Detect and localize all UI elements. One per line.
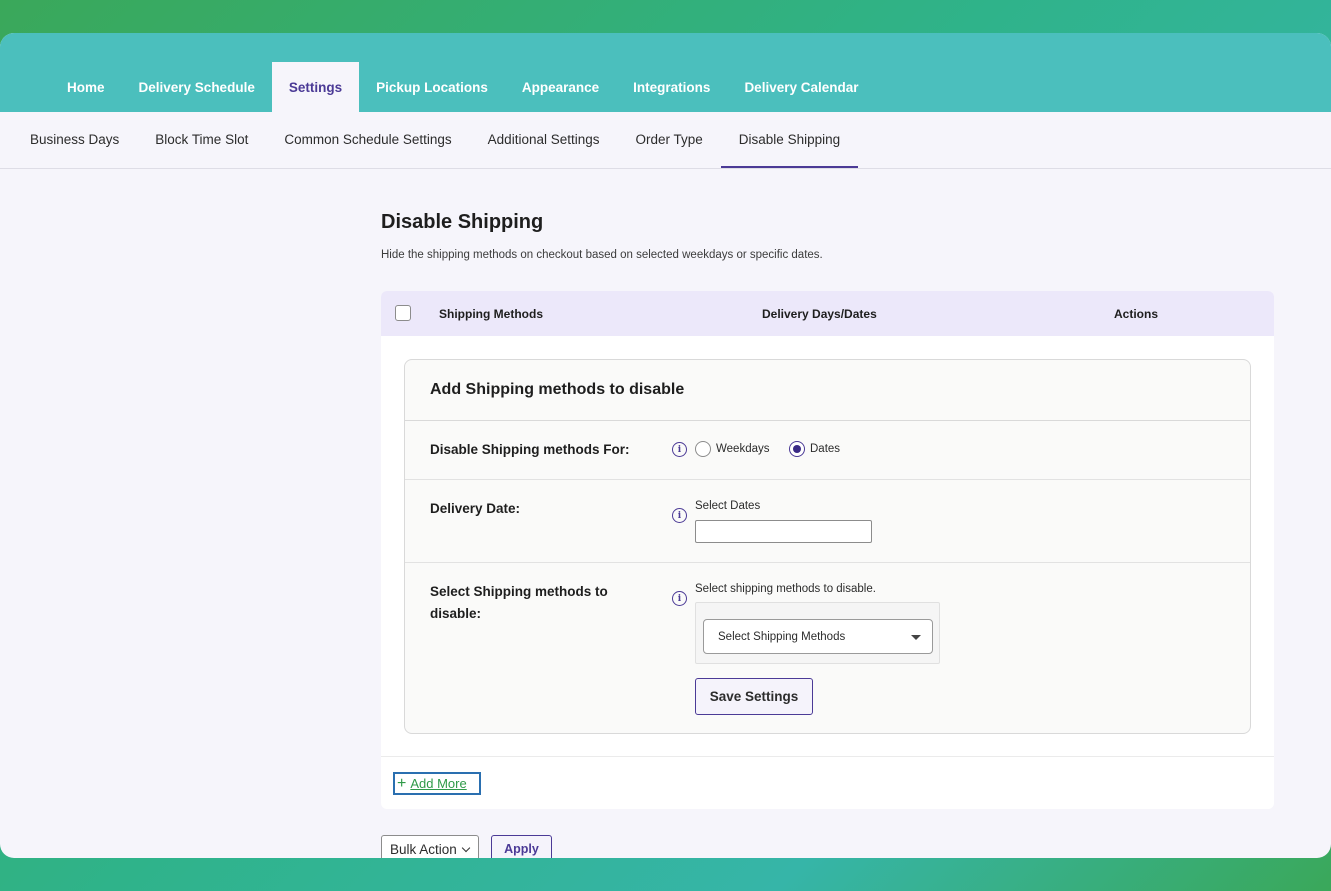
tab-settings[interactable]: Settings <box>271 62 360 112</box>
tab-pickup-locations[interactable]: Pickup Locations <box>359 62 505 112</box>
subtab-business-days[interactable]: Business Days <box>12 112 137 168</box>
card-title: Add Shipping methods to disable <box>405 360 1250 421</box>
radio-weekdays-label: Weekdays <box>716 443 770 455</box>
subtab-disable-shipping[interactable]: Disable Shipping <box>720 112 859 168</box>
info-icon: i <box>672 508 687 523</box>
info-icon: i <box>672 442 687 457</box>
table-body: Add Shipping methods to disable Disable … <box>381 336 1274 757</box>
radio-dates-label: Dates <box>810 443 841 455</box>
bulk-action-select[interactable]: Bulk Action <box>381 835 479 858</box>
header-delivery-days: Delivery Days/Dates <box>762 306 877 321</box>
caret-down-icon <box>911 635 921 640</box>
tab-appearance[interactable]: Appearance <box>505 62 616 112</box>
bulk-action-label: Bulk Action <box>390 842 457 857</box>
subtab-common-schedule-settings[interactable]: Common Schedule Settings <box>266 112 469 168</box>
tab-delivery-calendar[interactable]: Delivery Calendar <box>727 62 875 112</box>
shipping-methods-select[interactable]: Select Shipping Methods <box>703 619 933 654</box>
tab-integrations[interactable]: Integrations <box>616 62 727 112</box>
row-disable-for: Disable Shipping methods For: i Weekdays… <box>405 421 1250 480</box>
subtab-block-time-slot[interactable]: Block Time Slot <box>137 112 266 168</box>
select-all-checkbox[interactable] <box>395 305 411 321</box>
add-more-link[interactable]: + Add More <box>393 772 481 795</box>
tab-home[interactable]: Home <box>50 62 122 112</box>
page-title: Disable Shipping <box>381 211 544 233</box>
row-shipping-methods: Select Shipping methods to disable: i Se… <box>405 563 1250 733</box>
radio-circle-selected[interactable] <box>789 441 805 457</box>
tab-delivery-schedule[interactable]: Delivery Schedule <box>122 62 272 112</box>
add-more-label: Add More <box>410 776 467 791</box>
select-dates-label: Select Dates <box>695 500 761 512</box>
plus-icon: + <box>397 774 407 792</box>
header-shipping-methods: Shipping Methods <box>439 306 543 321</box>
shipping-methods-placeholder: Select Shipping Methods <box>718 630 846 643</box>
save-settings-button[interactable]: Save Settings <box>695 678 813 715</box>
top-nav: Home Delivery Schedule Settings Pickup L… <box>0 33 1331 112</box>
main-content: Disable Shipping Hide the shipping metho… <box>381 211 1274 858</box>
page-description: Hide the shipping methods on checkout ba… <box>381 249 823 261</box>
header-actions: Actions <box>1114 306 1159 321</box>
subtab-order-type[interactable]: Order Type <box>618 112 721 168</box>
table-header: Shipping Methods Delivery Days/Dates Act… <box>381 291 1274 336</box>
shipping-methods-hint: Select shipping methods to disable. <box>695 583 876 595</box>
subtab-additional-settings[interactable]: Additional Settings <box>470 112 618 168</box>
app-window: Home Delivery Schedule Settings Pickup L… <box>0 33 1331 858</box>
sub-nav: Business Days Block Time Slot Common Sch… <box>0 112 1331 169</box>
apply-button[interactable]: Apply <box>491 835 552 858</box>
table-footer: + Add More <box>381 757 1274 809</box>
radio-weekdays[interactable]: Weekdays <box>695 441 769 457</box>
radio-dates[interactable]: Dates <box>789 441 840 457</box>
shipping-methods-label: Select Shipping methods to disable: <box>430 584 608 621</box>
delivery-date-label: Delivery Date: <box>430 501 521 516</box>
add-shipping-card: Add Shipping methods to disable Disable … <box>404 359 1251 734</box>
select-dates-input[interactable] <box>695 520 872 543</box>
disable-shipping-table: Shipping Methods Delivery Days/Dates Act… <box>381 291 1274 809</box>
info-icon: i <box>672 591 687 606</box>
disable-for-label: Disable Shipping methods For: <box>430 442 630 457</box>
row-delivery-date: Delivery Date: i Select Dates <box>405 480 1250 563</box>
radio-circle[interactable] <box>695 441 711 457</box>
chevron-down-icon <box>461 843 471 853</box>
shipping-methods-select-wrapper: Select Shipping Methods <box>695 602 940 664</box>
